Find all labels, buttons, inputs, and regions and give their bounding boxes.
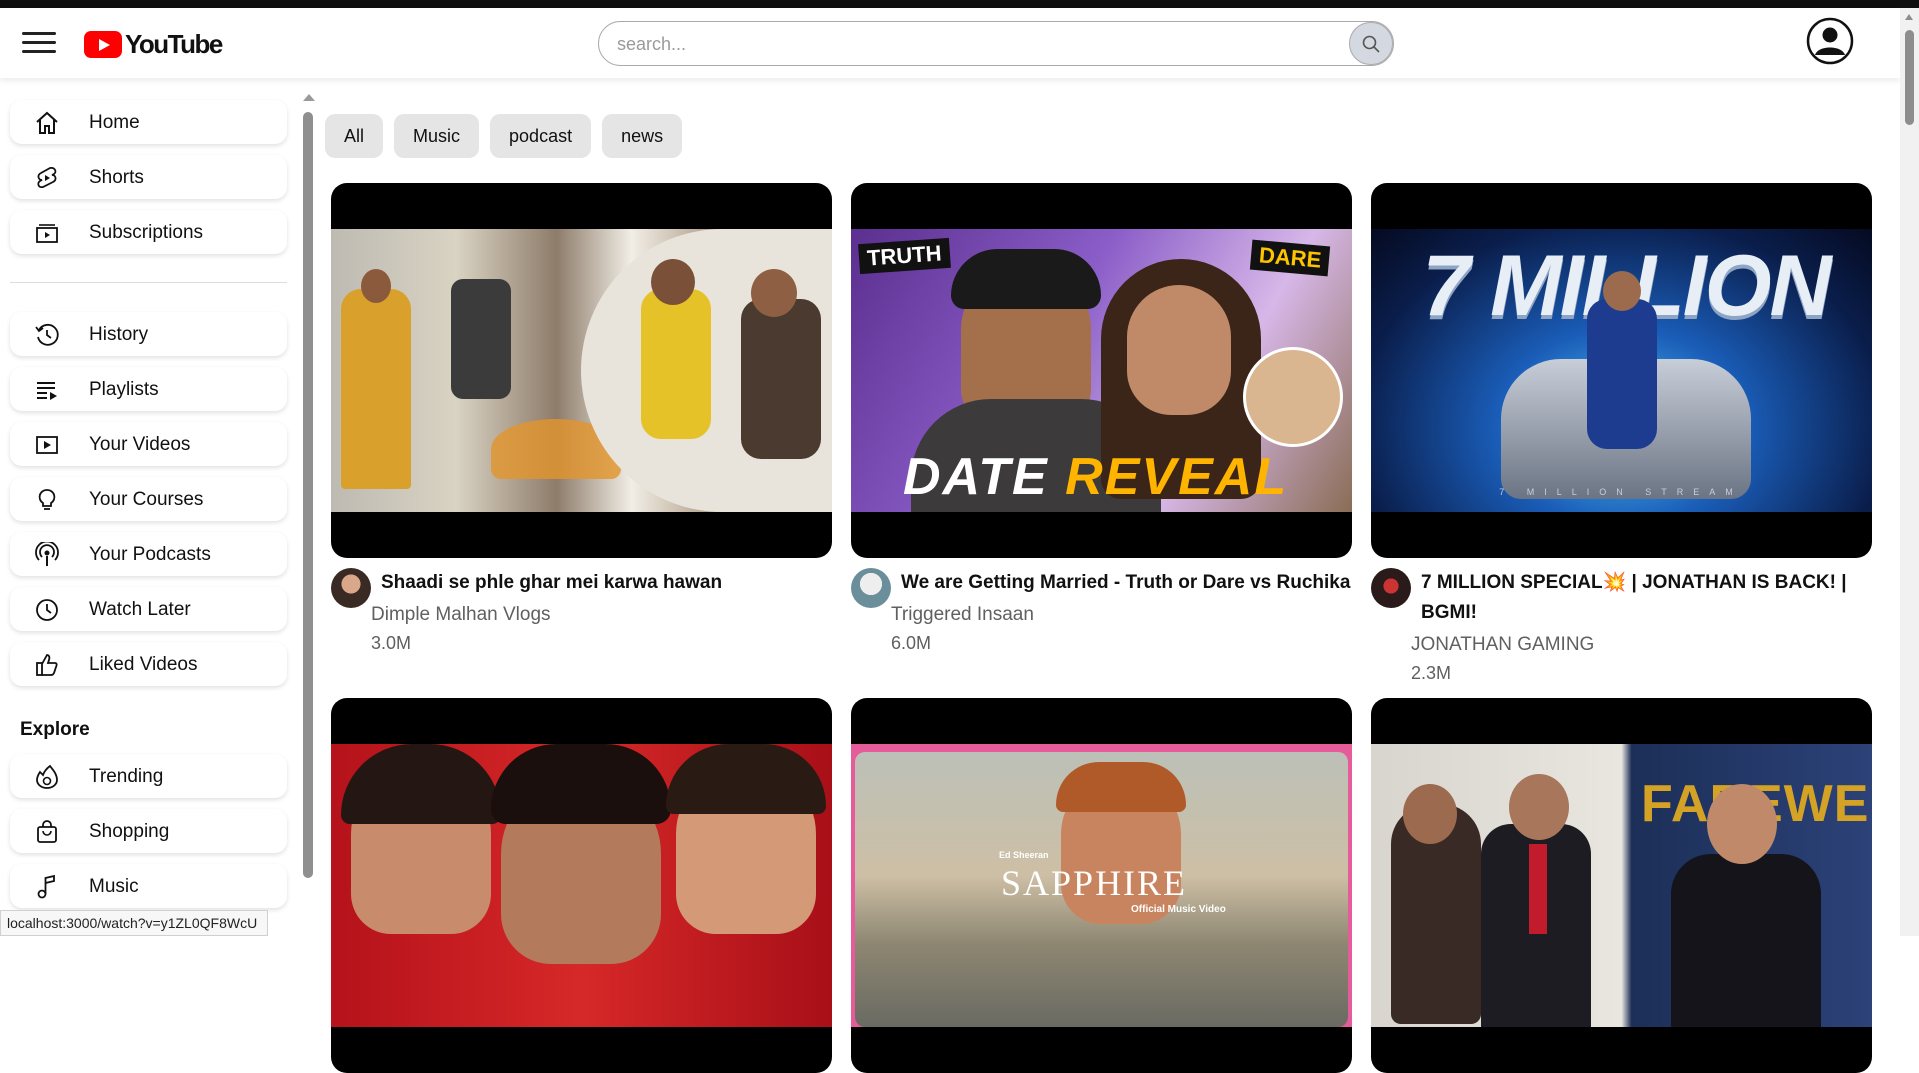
video-card[interactable]: Shaadi se phle ghar mei karwa hawan Dimp… — [331, 183, 832, 668]
sidebar-item-label: Shopping — [89, 821, 170, 842]
thumbnail-text-dare: DARE — [1249, 239, 1331, 277]
search-input[interactable] — [617, 32, 1317, 56]
video-card[interactable]: Ed Sheeran SAPPHIRE Official Music Video — [851, 698, 1352, 1073]
chip-music[interactable]: Music — [394, 114, 480, 158]
thumbnail-text-stream: 7 MILLION STREAM — [1499, 487, 1743, 497]
sidebar-item-shorts[interactable]: Shorts — [10, 155, 287, 199]
sidebar-item-label: Trending — [89, 766, 164, 787]
sidebar-item-label: Watch Later — [89, 599, 191, 620]
sidebar-item-label: Your Videos — [89, 434, 191, 455]
sidebar-item-watch-later[interactable]: Watch Later — [10, 587, 287, 631]
video-card[interactable]: 7 MILLION 7 MILLION STREAM 7 MILLION SPE… — [1371, 183, 1872, 688]
sidebar-item-label: Your Courses — [89, 489, 204, 510]
thumbnail-text-artist: Ed Sheeran — [999, 850, 1049, 860]
video-thumbnail[interactable] — [331, 183, 832, 558]
sidebar-item-your-podcasts[interactable]: Your Podcasts — [10, 532, 287, 576]
sidebar-item-your-videos[interactable]: Your Videos — [10, 422, 287, 466]
sidebar-item-label: Your Podcasts — [89, 544, 211, 565]
trending-icon — [36, 764, 58, 789]
video-title[interactable]: Shaadi se phle ghar mei karwa hawan — [381, 568, 832, 598]
your-videos-icon — [36, 436, 58, 454]
hamburger-menu-icon[interactable] — [22, 32, 56, 54]
sidebar-item-trending[interactable]: Trending — [10, 754, 287, 798]
thumbnail-text-sapphire: SAPPHIRE — [1001, 863, 1188, 903]
chip-podcast[interactable]: podcast — [490, 114, 592, 158]
search-button[interactable] — [1349, 22, 1393, 65]
thumbnail-text-official: Official Music Video — [1131, 904, 1226, 915]
video-thumbnail[interactable]: FAREWELL — [1371, 698, 1872, 1073]
channel-name[interactable]: JONATHAN GAMING — [1411, 632, 1872, 658]
page-scrollbar[interactable] — [1900, 8, 1919, 936]
sidebar-item-label: Playlists — [89, 379, 159, 400]
chip-news[interactable]: news — [602, 114, 683, 158]
video-title[interactable]: We are Getting Married - Truth or Dare v… — [901, 568, 1352, 598]
playlists-icon — [37, 382, 57, 400]
youtube-logo[interactable]: YouTube — [84, 29, 223, 60]
sidebar-item-label: Subscriptions — [89, 222, 204, 243]
sidebar-item-music[interactable]: Music — [10, 864, 287, 908]
view-count: 3.0M — [371, 633, 412, 653]
thumbnail-text-date: DATE — [903, 448, 1049, 506]
lightbulb-icon — [38, 489, 56, 510]
sidebar-item-history[interactable]: History — [10, 312, 287, 356]
video-thumbnail[interactable]: TRUTH DARE DATE REVEAL — [851, 183, 1352, 558]
channel-name[interactable]: Dimple Malhan Vlogs — [371, 602, 832, 628]
channel-name[interactable]: Triggered Insaan — [891, 602, 1352, 628]
shorts-icon — [37, 166, 57, 189]
history-icon — [35, 323, 59, 346]
home-icon — [36, 111, 58, 134]
sidebar-item-home[interactable]: Home — [10, 100, 287, 144]
youtube-play-icon — [84, 31, 122, 58]
sidebar-item-label: Home — [89, 112, 140, 133]
channel-avatar[interactable] — [331, 568, 371, 608]
channel-avatar[interactable] — [851, 568, 891, 608]
view-count: 6.0M — [891, 633, 932, 653]
window-top-edge — [0, 0, 1919, 8]
filter-chips: All Music podcast news — [325, 114, 683, 158]
sidebar-item-label: Music — [89, 876, 139, 897]
sidebar-item-your-courses[interactable]: Your Courses — [10, 477, 287, 521]
sidebar-item-label: Liked Videos — [89, 654, 198, 675]
view-count: 2.3M — [1411, 663, 1452, 683]
music-note-icon — [37, 874, 55, 899]
sidebar-item-shopping[interactable]: Shopping — [10, 809, 287, 853]
video-card[interactable]: TRUTH DARE DATE REVEAL We are Getting Ma… — [851, 183, 1352, 668]
status-bar-url: localhost:3000/watch?v=y1ZL0QF8WcU — [0, 910, 269, 936]
thumbnail-text-reveal: REVEAL — [1065, 448, 1289, 506]
top-header: YouTube — [0, 8, 1900, 78]
subscriptions-icon — [36, 224, 58, 243]
shopping-bag-icon — [37, 820, 57, 843]
account-avatar-icon[interactable] — [1806, 17, 1854, 65]
logo-text: YouTube — [125, 29, 223, 59]
podcast-icon — [35, 542, 59, 566]
thumbnail-text-truth: TRUTH — [858, 237, 951, 275]
video-thumbnail[interactable]: Ed Sheeran SAPPHIRE Official Music Video — [851, 698, 1352, 1073]
sidebar-item-subscriptions[interactable]: Subscriptions — [10, 210, 287, 254]
search-icon — [1362, 35, 1380, 53]
video-title[interactable]: 7 MILLION SPECIAL💥 | JONATHAN IS BACK! |… — [1421, 568, 1872, 628]
search-bar — [598, 21, 1394, 66]
sidebar-item-playlists[interactable]: Playlists — [10, 367, 287, 411]
video-card[interactable] — [331, 698, 832, 1073]
video-card[interactable]: FAREWELL — [1371, 698, 1872, 1073]
explore-heading: Explore — [20, 719, 90, 740]
chip-all[interactable]: All — [325, 114, 384, 158]
sidebar-scrollbar[interactable] — [300, 92, 316, 936]
sidebar-item-label: Shorts — [89, 167, 144, 188]
sidebar: Home Shorts Subscriptions History Playli… — [0, 78, 300, 936]
sidebar-item-liked-videos[interactable]: Liked Videos — [10, 642, 287, 686]
video-thumbnail[interactable]: 7 MILLION 7 MILLION STREAM — [1371, 183, 1872, 558]
channel-avatar[interactable] — [1371, 568, 1411, 608]
sidebar-item-label: History — [89, 324, 149, 345]
video-thumbnail[interactable] — [331, 698, 832, 1073]
thumbs-up-icon — [36, 654, 58, 676]
sidebar-divider — [10, 282, 287, 283]
clock-icon — [36, 599, 58, 621]
